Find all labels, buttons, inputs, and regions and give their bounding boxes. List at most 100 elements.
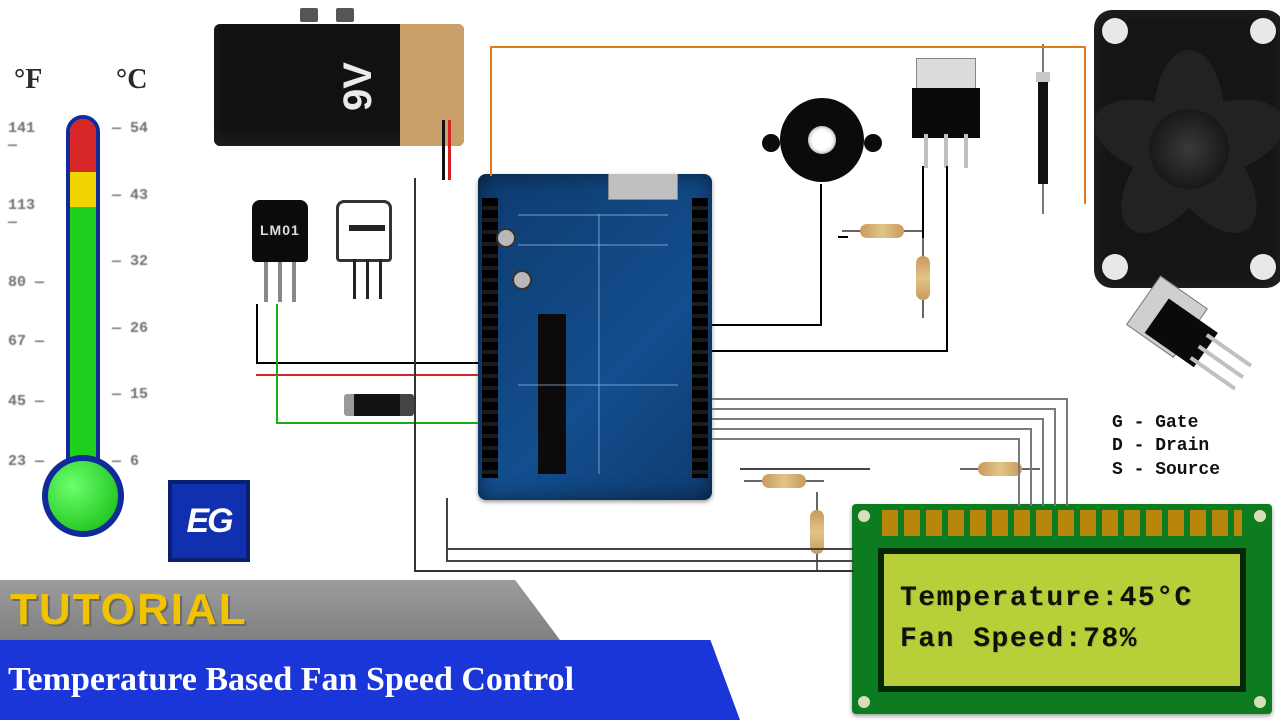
thermometer-ticks-c: — 54 — 43 — 32 — 26 — 15 — 6 <box>112 120 152 470</box>
title-banner-text: Temperature Based Fan Speed Control <box>8 661 574 699</box>
thermometer-ticks-f: 141 — 113 — 80 — 67 — 45 — 23 — <box>8 120 48 470</box>
lcd-mount-hole <box>858 696 870 708</box>
brand-logo: EG <box>168 480 250 562</box>
piezo-buzzer <box>762 98 882 198</box>
to220-lead-3 <box>964 134 968 168</box>
resistor-3 <box>744 474 824 488</box>
arduino-trace <box>518 214 668 216</box>
tick-c-5: — 6 <box>112 453 152 470</box>
transistor-outline-lead-2 <box>366 259 369 299</box>
arduino-header-right <box>692 198 708 478</box>
arduino-atmega-chip <box>538 314 566 474</box>
wire-reg-1 <box>922 166 924 238</box>
thermometer: °F °C 141 — 113 — 80 — 67 — 45 — 23 — — … <box>0 60 175 550</box>
tick-f-2: 80 — <box>8 274 48 291</box>
mosfet-lead-s <box>1190 356 1237 390</box>
lcd-line-1: Temperature:45°C <box>900 579 1224 620</box>
wire-gnd-rail-h <box>414 570 854 572</box>
wire-lcd-rs <box>446 560 854 562</box>
diode-lead-top <box>1042 44 1044 72</box>
wire-lcd-v4 <box>1018 438 1020 506</box>
wire-lm35-sig-v <box>256 304 258 362</box>
battery-terminal-1 <box>300 8 318 22</box>
resistor-4 <box>916 238 930 318</box>
lcd-mount-hole <box>1254 696 1266 708</box>
fan-screw-hole <box>1102 254 1128 280</box>
lcd-screen: Temperature:45°C Fan Speed:78% <box>878 548 1246 692</box>
lm35-lead-1 <box>264 262 268 302</box>
brand-logo-text: EG <box>186 502 231 541</box>
battery-stripe <box>400 24 464 146</box>
fan-hub <box>1149 109 1229 189</box>
resistor-2 <box>960 462 1040 476</box>
dc-fan <box>1094 10 1280 288</box>
wire-power-top <box>490 46 1086 48</box>
tutorial-banner: TUTORIAL <box>0 580 560 640</box>
wire-lcd-v2 <box>1042 418 1044 506</box>
lm35-label: LM01 <box>260 222 300 238</box>
battery-9v: 9V <box>214 24 464 146</box>
fan-screw-hole <box>1250 254 1276 280</box>
arduino-usb-port <box>608 174 678 200</box>
buzzer-mount-left <box>762 134 780 152</box>
wire-battery-pos <box>448 120 451 180</box>
lcd-header-pins <box>882 510 1242 536</box>
wire-reg-node <box>838 236 848 238</box>
wire-lcd-d4 <box>712 438 1020 440</box>
mosfet-lead-g <box>1206 333 1253 367</box>
lcd-16x2-module: Temperature:45°C Fan Speed:78% <box>852 504 1272 714</box>
mosfet-to220 <box>1097 276 1258 435</box>
fan-screw-hole <box>1250 18 1276 44</box>
wire-lm35-gnd-v <box>276 304 278 422</box>
wire-lcd-v1 <box>1054 408 1056 506</box>
flyback-diode <box>1038 72 1048 184</box>
pin-legend-line-1: G - Gate <box>1112 412 1220 435</box>
tick-c-4: — 15 <box>112 386 152 403</box>
wire-lm35-vcc <box>256 374 478 376</box>
lm35-lead-3 <box>292 262 296 302</box>
buzzer-mount-right <box>864 134 882 152</box>
lcd-mount-hole <box>1254 510 1266 522</box>
pin-legend-line-3: S - Source <box>1112 459 1220 482</box>
thermometer-fill-red <box>70 119 96 172</box>
diode-lead-bottom <box>1042 184 1044 214</box>
pin-legend-line-2: D - Drain <box>1112 435 1220 458</box>
to220-regulator <box>906 58 986 168</box>
wire-reg-3 <box>712 350 948 352</box>
lm35-sensor: LM01 <box>252 200 308 262</box>
wire-reg-2 <box>946 166 948 352</box>
arduino-trace <box>518 244 668 246</box>
wire-lcd-drop-a <box>446 498 448 562</box>
wire-lcd-v0 <box>1066 398 1068 506</box>
wire-lm35-gnd <box>276 422 478 424</box>
title-banner: Temperature Based Fan Speed Control <box>0 640 740 720</box>
thermometer-fill-green <box>70 207 96 471</box>
unit-celsius-label: °C <box>116 64 147 96</box>
transistor-outline-bar <box>349 225 385 231</box>
wire-lcd-d3 <box>712 428 1032 430</box>
transistor-outline-lead-1 <box>353 259 356 299</box>
wire-power-right <box>1084 46 1086 204</box>
wire-lcd-d2 <box>712 418 1044 420</box>
mini-module <box>344 394 414 416</box>
thermometer-tube <box>66 115 100 475</box>
fan-screw-hole <box>1102 18 1128 44</box>
transistor-outline <box>336 200 392 262</box>
tick-f-0: 141 — <box>8 120 48 154</box>
to220-lead-1 <box>924 134 928 168</box>
wire-battery-neg <box>442 120 445 180</box>
battery-label: 9V <box>336 62 381 111</box>
to220-body <box>912 88 980 138</box>
battery-terminal-2 <box>336 8 354 22</box>
tick-c-3: — 26 <box>112 320 152 337</box>
to220-lead-2 <box>944 134 948 168</box>
wire-lcd-d0 <box>712 398 1068 400</box>
mosfet-lead-d <box>1198 345 1245 379</box>
wire-lcd-d1 <box>712 408 1056 410</box>
tick-c-0: — 54 <box>112 120 152 137</box>
tutorial-banner-text: TUTORIAL <box>10 585 248 635</box>
wire-gnd-rail-v <box>414 178 416 572</box>
arduino-cap-1 <box>496 228 516 248</box>
tick-f-3: 67 — <box>8 333 48 350</box>
transistor-outline-lead-3 <box>379 259 382 299</box>
